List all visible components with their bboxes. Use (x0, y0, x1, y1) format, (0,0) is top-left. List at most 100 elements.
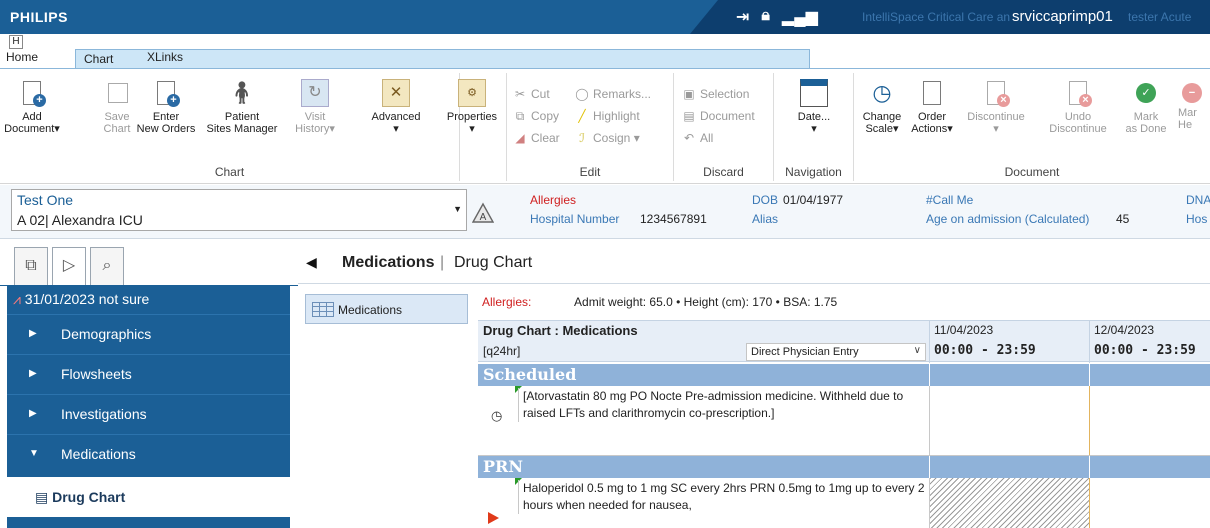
document-arrow-icon: ▷ (62, 257, 76, 274)
change-scale-button[interactable]: ◷ Change Scale▾ (858, 79, 906, 135)
patient-selector[interactable]: Test One A 02| Alexandra ICU ▼ (11, 189, 467, 231)
visit-history-button[interactable]: ↻ Visit History▾ (290, 79, 340, 135)
copy-button[interactable]: ⧉ Copy (513, 109, 559, 124)
remarks-button[interactable]: ◯ Remarks... (575, 87, 651, 101)
hospital-number-label: Hospital Number (530, 212, 620, 226)
alias-label: Alias (752, 212, 779, 226)
nav-item-medications[interactable]: ▼ Medications (7, 434, 290, 474)
encounter-date[interactable]: ⩘ 31/01/2023 not sure (7, 286, 290, 314)
breadcrumb-separator: | (440, 254, 445, 271)
chevron-down-icon: ▼ (29, 448, 39, 459)
documents-tab[interactable]: ⧉ (14, 247, 48, 285)
lock-icon[interactable]: 🔒︎ (761, 7, 770, 27)
tab-home[interactable]: Home (6, 50, 38, 68)
nav-item-investigations[interactable]: ▶ Investigations (7, 394, 290, 434)
dna-label: DNA (1186, 193, 1210, 207)
tools-icon: ✕ (382, 79, 410, 107)
chevron-right-icon: ▶ (29, 328, 37, 339)
back-arrow-icon[interactable]: ◀ (306, 254, 317, 271)
ribbon-group-navigation: Date... ▾ Navigation (774, 73, 854, 181)
title-bar: PHILIPS ⇥ 🔒︎ ▂▄▆ IntelliSpace Critical C… (0, 0, 1210, 34)
properties-button[interactable]: ⚙ Properties ▾ (438, 79, 506, 135)
discontinue-button[interactable]: × Discontinue ▾ (958, 79, 1034, 135)
save-icon (103, 79, 131, 107)
dose-cell[interactable] (1089, 478, 1210, 528)
clear-button[interactable]: ◢ Clear (513, 131, 559, 145)
patient-measurements: Allergies: Admit weight: 65.0 • Height (… (482, 295, 837, 309)
pen-icon: ℐ (579, 131, 585, 145)
column-time-range: 00:00 - 23:59 (1094, 343, 1196, 358)
breadcrumb: ◀ Medications | Drug Chart (298, 244, 1210, 284)
dose-cell[interactable] (1089, 386, 1210, 455)
cut-button[interactable]: ✂ Cut (513, 87, 550, 101)
section-scheduled: Scheduled (478, 364, 1210, 386)
discontinue-icon: × (982, 79, 1010, 107)
title-bar-icons: ⇥ 🔒︎ ▂▄▆ (736, 7, 818, 27)
chevron-right-icon: ▶ (29, 408, 37, 419)
chevron-right-icon: ▶ (29, 368, 37, 379)
medications-view-button[interactable]: Medications (305, 294, 468, 324)
server-name: srviccaprimp01 (1012, 8, 1113, 25)
breadcrumb-sub: Drug Chart (454, 254, 533, 271)
advanced-button[interactable]: ✕ Advanced ▾ (364, 79, 428, 135)
patient-banner: Test One A 02| Alexandra ICU ▼ A Allergi… (0, 185, 1210, 239)
highlighter-icon: ╱ (578, 109, 586, 123)
frequency-label: [q24hr] (483, 344, 521, 358)
undo-discontinue-button[interactable]: × Undo Discontinue (1040, 79, 1116, 135)
nav-item-flowsheets[interactable]: ▶ Flowsheets (7, 354, 290, 394)
nav-item-demographics[interactable]: ▶ Demographics (7, 314, 290, 354)
speech-bubble-icon: ◯ (575, 87, 589, 101)
allergies-link[interactable]: Allergies (530, 193, 576, 207)
add-document-button[interactable]: + Add Document▾ (2, 79, 62, 135)
column-date: 11/04/2023 (934, 323, 994, 337)
call-me-label: #Call Me (926, 193, 974, 207)
chart-icon: ⩘ (13, 291, 21, 307)
date-column-1[interactable]: 11/04/2023 00:00 - 23:59 (929, 321, 1089, 363)
ribbon-group-discard: ▣ Selection ▤ Document ↶ All Discard (674, 73, 774, 181)
nav-subitem-drug-chart[interactable]: ▤ Drug Chart (7, 477, 290, 517)
ribbon: + Add Document▾ Save Chart + Enter New O… (0, 68, 1210, 184)
discard-selection-button[interactable]: ▣ Selection (682, 87, 749, 101)
drug-chart: Allergies: Admit weight: 65.0 • Height (… (475, 289, 1210, 528)
tab-xlinks[interactable]: XLinks (147, 50, 183, 68)
dose-cell[interactable] (929, 386, 1089, 455)
mark-he-button[interactable]: − Mar He (1178, 79, 1210, 131)
patient-sites-manager-button[interactable]: 🧍︎ Patient Sites Manager (200, 79, 284, 135)
ribbon-group-edit: ✂ Cut ⧉ Copy ◢ Clear ◯ Remarks... ╱ Highlight… (506, 73, 674, 181)
discard-document-button[interactable]: ▤ Document (682, 109, 754, 123)
chart-header-row: Drug Chart : Medications [q24hr] Direct … (478, 320, 1210, 363)
date-column-2[interactable]: 12/04/2023 00:00 - 23:59 (1089, 321, 1210, 363)
date-button[interactable]: Date... ▾ (784, 79, 844, 135)
properties-icon: ⚙ (458, 79, 486, 107)
scissors-icon: ✂ (514, 87, 526, 101)
dose-cell-hatched[interactable] (929, 478, 1089, 528)
hos-label: Hos (1186, 212, 1208, 226)
highlight-button[interactable]: ╱ Highlight (575, 109, 639, 123)
measurements-text: Admit weight: 65.0 • Height (cm): 170 • … (574, 295, 838, 309)
selection-icon: ▣ (683, 87, 695, 101)
search-tab[interactable]: ⌕ (90, 247, 124, 285)
ribbon-group-label-edit: Edit (579, 165, 601, 179)
nav-next-item (7, 517, 290, 528)
entry-type-select[interactable]: Direct Physician Entry ∨ (746, 343, 926, 361)
notes-tab[interactable]: ▷ (52, 247, 86, 285)
cosign-button[interactable]: ℐ Cosign ▾ (575, 131, 640, 145)
brand-logo: PHILIPS (10, 9, 68, 25)
visit-history-icon: ↻ (301, 79, 329, 107)
search-icon: ⌕ (102, 257, 112, 274)
order-actions-button[interactable]: Order Actions▾ (906, 79, 958, 135)
medication-row[interactable]: Haloperidol 0.5 mg to 1 mg SC every 2hrs… (478, 478, 1210, 528)
alert-triangle-icon: A (472, 202, 494, 223)
save-chart-button[interactable]: Save Chart (100, 79, 134, 135)
ribbon-group-document: ◷ Change Scale▾ Order Actions▾ × Discont… (854, 73, 1210, 181)
enter-new-orders-button[interactable]: + Enter New Orders (134, 79, 198, 135)
pin-icon[interactable]: ⇥ (736, 7, 749, 27)
new-orders-icon: + (152, 79, 180, 107)
discard-all-button[interactable]: ↶ All (682, 131, 713, 145)
medication-row[interactable]: ◷ [Atorvastatin 80 mg PO Nocte Pre-admis… (478, 386, 1210, 456)
ribbon-group-label-navigation: Navigation (785, 165, 842, 179)
signal-icon: ▂▄▆ (781, 9, 818, 26)
product-name: IntelliSpace Critical Care an (862, 10, 1011, 24)
mark-as-done-button[interactable]: ✓ Mark as Done (1120, 79, 1172, 135)
chevron-down-icon: ▼ (453, 204, 462, 214)
